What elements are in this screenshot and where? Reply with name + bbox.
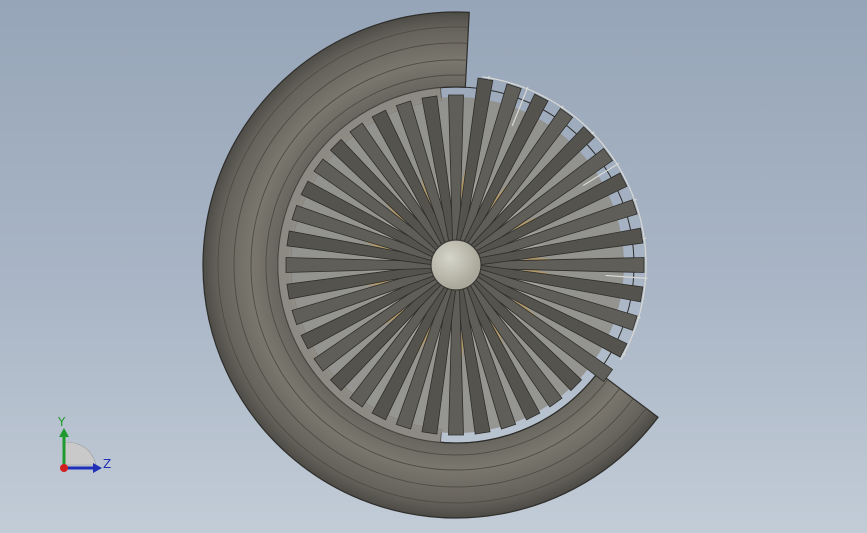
y-arrow-icon [59,428,69,437]
3d-viewport[interactable]: Y Z [0,0,867,533]
x-axis-icon [60,464,68,472]
z-axis-label: Z [103,457,111,471]
y-axis-label: Y [57,415,66,429]
triad-plane-icon [63,441,97,466]
spinner-hub[interactable] [430,239,482,291]
fan-assembly-model[interactable] [0,0,867,533]
view-orientation-triad[interactable]: Y Z [50,410,120,480]
z-arrow-icon [93,463,102,473]
